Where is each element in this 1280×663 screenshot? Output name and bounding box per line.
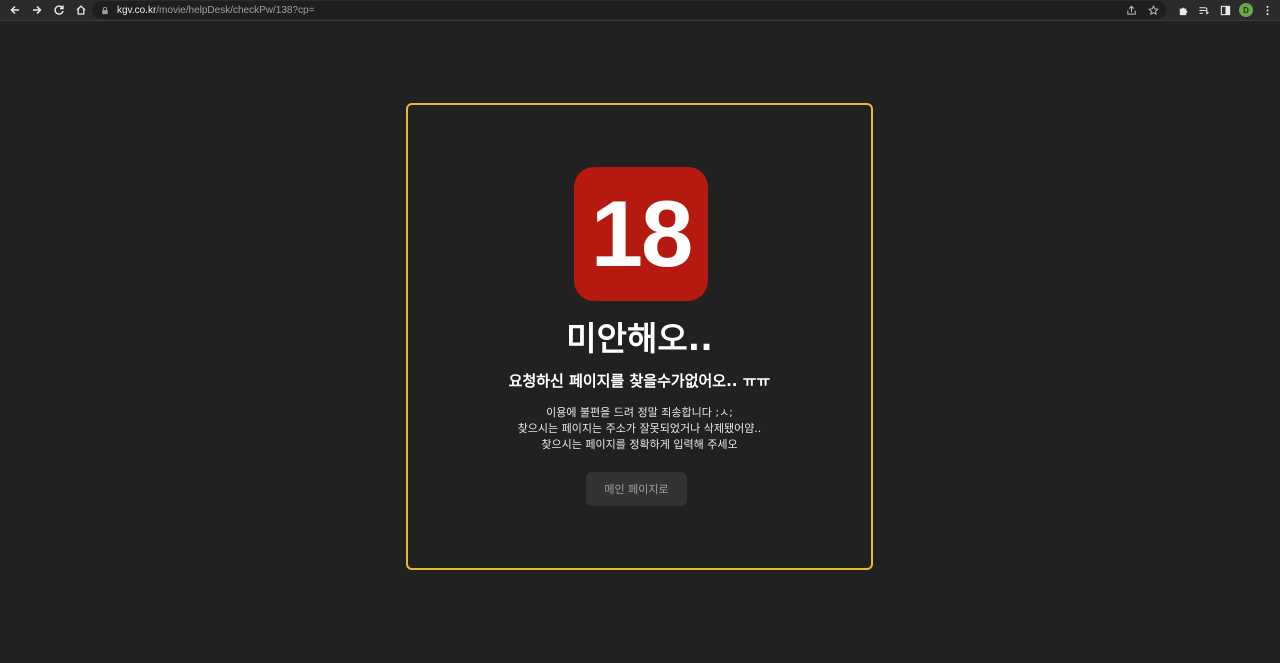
- description-line: 찾으시는 페이지를 정확하게 입력해 주세오: [541, 438, 738, 451]
- side-panel-icon[interactable]: [1218, 3, 1232, 17]
- url-text[interactable]: kgv.co.kr/movie/helpDesk/checkPw/138?cp=: [117, 5, 314, 16]
- reload-icon: [53, 5, 64, 15]
- error-subtitle: 요청하신 페이지를 찾을수가없어오.. ㅠㅠ: [508, 372, 771, 390]
- address-bar[interactable]: kgv.co.kr/movie/helpDesk/checkPw/138?cp=: [92, 1, 1166, 19]
- error-card: 18 미안해오.. 요청하신 페이지를 찾을수가없어오.. ㅠㅠ 이용에 불편을…: [406, 103, 873, 570]
- forward-button[interactable]: [26, 0, 47, 21]
- puzzle-icon[interactable]: [1176, 3, 1190, 17]
- star-icon[interactable]: [1146, 3, 1160, 17]
- description-line: 이용에 불편을 드려 정말 죄송합니다 ;ㅅ;: [546, 406, 733, 419]
- description-line: 찾으시는 페이지는 주소가 잘못되었거나 삭제됐어얌..: [517, 422, 762, 435]
- home-button[interactable]: [70, 0, 91, 21]
- profile-avatar[interactable]: D: [1239, 3, 1253, 17]
- browser-toolbar: kgv.co.kr/movie/helpDesk/checkPw/138?cp=…: [0, 0, 1280, 21]
- arrow-right-icon: [32, 5, 42, 15]
- error-description: 이용에 불편을 드려 정말 죄송합니다 ;ㅅ; 찾으시는 페이지는 주소가 잘못…: [408, 405, 871, 453]
- url-host: kgv.co.kr: [117, 4, 157, 16]
- kebab-menu-icon[interactable]: [1260, 3, 1274, 17]
- back-button[interactable]: [4, 0, 25, 21]
- reload-button[interactable]: [48, 0, 69, 21]
- arrow-left-icon: [9, 5, 19, 15]
- lock-icon[interactable]: [101, 5, 111, 15]
- share-icon[interactable]: [1124, 3, 1138, 17]
- age-rating-badge: 18: [574, 167, 708, 301]
- home-icon: [76, 5, 85, 15]
- go-to-main-button[interactable]: 메인 페이지로: [586, 472, 687, 506]
- url-path: /movie/helpDesk/checkPw/138?cp=: [156, 4, 315, 16]
- error-title: 미안해오..: [566, 319, 713, 358]
- reading-list-icon[interactable]: [1197, 3, 1211, 17]
